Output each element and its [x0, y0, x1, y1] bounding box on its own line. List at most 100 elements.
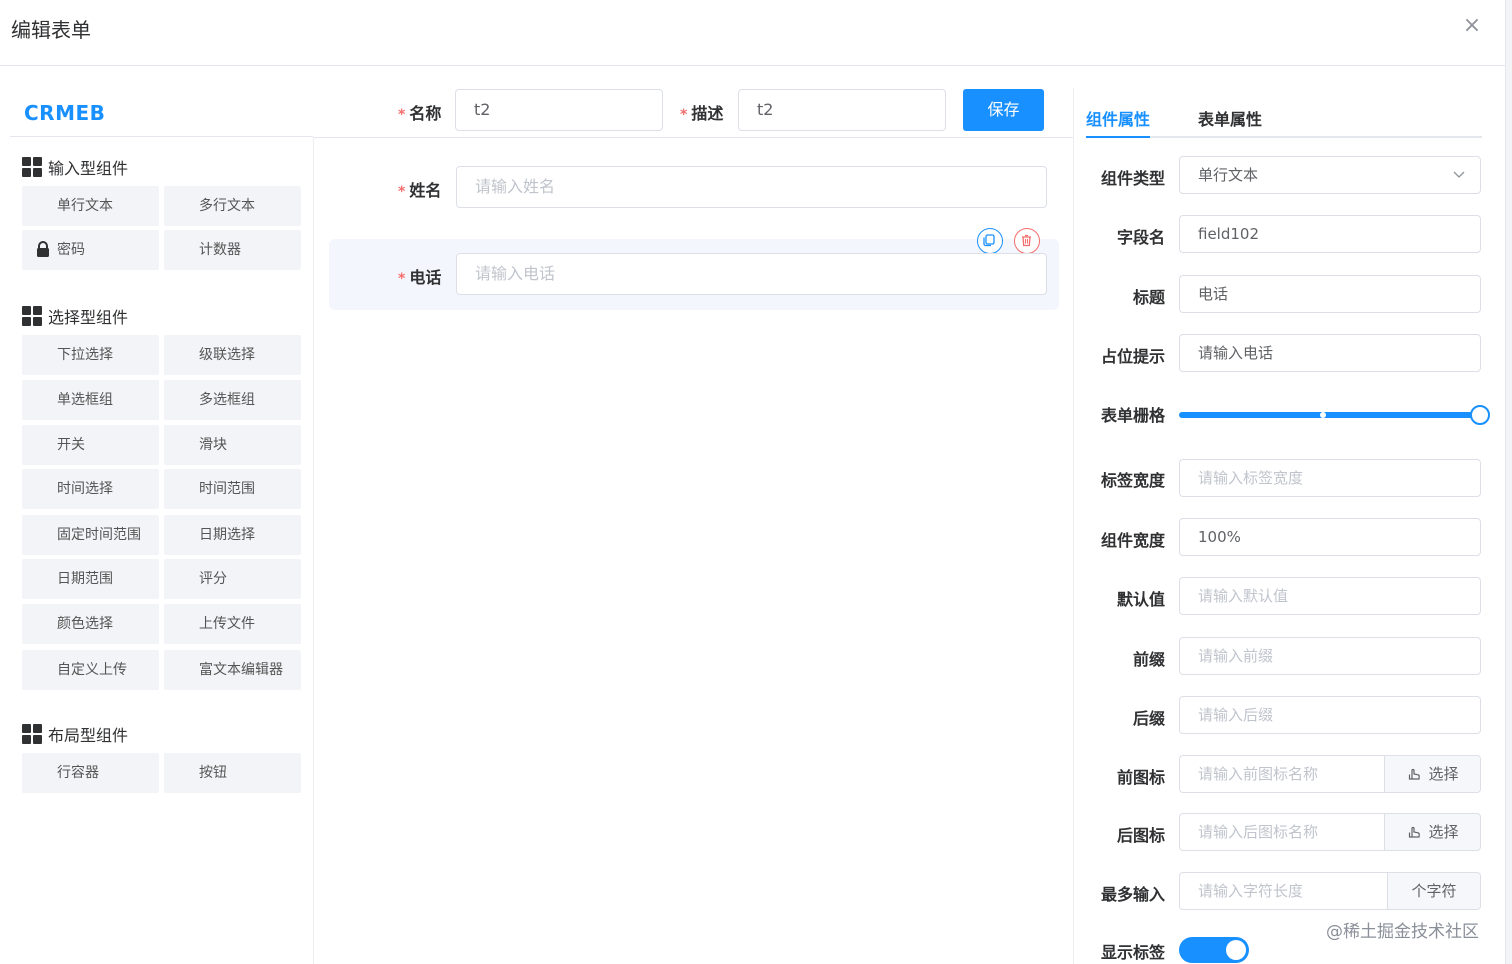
component-type-select[interactable]: 单行文本	[1179, 156, 1481, 194]
edit-form-dialog: 编辑表单 × CRMEB 输入型组件 单行文本 多行文本 密码 计数器 选择型组…	[0, 0, 1512, 964]
component-counter[interactable]: 计数器	[164, 230, 301, 270]
prop-comp-width-label: 组件宽度	[1100, 531, 1165, 550]
component-time-picker[interactable]: 时间选择	[22, 469, 159, 509]
logo: CRMEB	[24, 101, 106, 125]
prop-prefix-label: 前缀	[1132, 650, 1165, 669]
prop-suffix-label: 后缀	[1132, 709, 1165, 728]
component-row-container[interactable]: 行容器	[22, 753, 159, 793]
divider	[10, 136, 313, 137]
phone-input[interactable]: 请输入电话	[456, 253, 1047, 295]
component-single-text[interactable]: 单行文本	[22, 186, 159, 226]
component-slider[interactable]: 滑块	[164, 425, 301, 465]
component-switch[interactable]: 开关	[22, 425, 159, 465]
component-checkbox-group[interactable]: 多选框组	[164, 380, 301, 420]
component-label: 密码	[57, 242, 85, 258]
prop-suffix-icon-label: 后图标	[1116, 826, 1165, 845]
prop-maxlen-label: 最多输入	[1100, 885, 1165, 904]
form-desc-input[interactable]: t2	[738, 89, 946, 131]
component-radio-group[interactable]: 单选框组	[22, 380, 159, 420]
tab-form-props[interactable]: 表单属性	[1198, 106, 1262, 130]
component-dropdown[interactable]: 下拉选择	[22, 335, 159, 375]
form-name-label: * 名称	[398, 100, 441, 124]
component-rate[interactable]: 评分	[164, 559, 301, 599]
label-text: 姓名	[409, 181, 442, 200]
grid-slider-track[interactable]	[1179, 412, 1477, 418]
divider	[1073, 88, 1074, 964]
button-label: 选择	[1428, 765, 1459, 783]
tab-component-props[interactable]: 组件属性	[1086, 106, 1150, 130]
button-label: 选择	[1428, 823, 1459, 841]
form-desc-label: * 描述	[680, 100, 723, 124]
component-fixed-time-range[interactable]: 固定时间范围	[22, 515, 159, 555]
switch-knob	[1226, 940, 1246, 960]
tab-active-indicator	[1086, 136, 1150, 138]
prop-prefix-icon-label: 前图标	[1116, 768, 1165, 787]
suffix-input[interactable]: 请输入后缀	[1179, 696, 1481, 734]
copy-icon[interactable]	[977, 228, 1003, 254]
required-mark: *	[398, 184, 406, 200]
divider	[314, 137, 1073, 138]
default-value-input[interactable]: 请输入默认值	[1179, 577, 1481, 615]
field-name-input[interactable]: field102	[1179, 215, 1481, 253]
prefix-icon-input[interactable]: 请输入前图标名称 选择	[1179, 755, 1481, 793]
scrollbar[interactable]	[1505, 0, 1512, 964]
slider-stop	[1320, 412, 1326, 418]
label-text: 电话	[409, 268, 442, 287]
group-title-text: 输入型组件	[48, 159, 129, 178]
component-button[interactable]: 按钮	[164, 753, 301, 793]
placeholder-text: 请输入字符长度	[1198, 882, 1304, 900]
component-upload[interactable]: 上传文件	[164, 604, 301, 644]
suffix-icon-input[interactable]: 请输入后图标名称 选择	[1179, 813, 1481, 851]
grid-slider-handle[interactable]	[1470, 405, 1490, 425]
placeholder-text: 请输入后图标名称	[1198, 823, 1319, 841]
required-mark: *	[398, 107, 406, 123]
placeholder-input[interactable]: 请输入电话	[1179, 334, 1481, 372]
component-date-range[interactable]: 日期范围	[22, 559, 159, 599]
label-text: 名称	[409, 104, 442, 123]
name-input[interactable]: 请输入姓名	[456, 166, 1047, 208]
copy-icon-glyph	[983, 234, 995, 247]
prop-placeholder-label: 占位提示	[1100, 347, 1165, 366]
component-width-input[interactable]: 100%	[1179, 518, 1481, 556]
component-multi-text[interactable]: 多行文本	[164, 186, 301, 226]
prefix-input[interactable]: 请输入前缀	[1179, 637, 1481, 675]
component-password[interactable]: 密码	[22, 230, 159, 270]
placeholder-text: 请输入前图标名称	[1198, 765, 1319, 783]
component-color-picker[interactable]: 颜色选择	[22, 604, 159, 644]
delete-icon[interactable]	[1014, 228, 1040, 254]
prop-label-width-label: 标签宽度	[1100, 471, 1165, 490]
prop-field-label: 字段名	[1116, 228, 1165, 247]
group-title-select: 选择型组件	[22, 304, 128, 328]
close-icon[interactable]: ×	[1460, 14, 1484, 38]
component-rich-text[interactable]: 富文本编辑器	[164, 650, 301, 690]
form-name-input[interactable]: t2	[455, 89, 663, 131]
label-width-input[interactable]: 请输入标签宽度	[1179, 459, 1481, 497]
dialog-header: 编辑表单 ×	[0, 0, 1505, 66]
prop-default-label: 默认值	[1116, 590, 1165, 609]
hand-pointer-icon	[1409, 768, 1421, 780]
watermark: @稀土掘金技术社区	[1326, 922, 1479, 942]
required-mark: *	[680, 107, 688, 123]
prop-title-label: 标题	[1132, 288, 1165, 307]
choose-prefix-icon-button[interactable]: 选择	[1384, 756, 1480, 792]
components-icon	[22, 157, 42, 177]
group-title-layout: 布局型组件	[22, 722, 128, 746]
component-time-range[interactable]: 时间范围	[164, 469, 301, 509]
title-input[interactable]: 电话	[1179, 275, 1481, 313]
chevron-down-icon	[1453, 171, 1465, 178]
component-date-picker[interactable]: 日期选择	[164, 515, 301, 555]
choose-suffix-icon-button[interactable]: 选择	[1384, 814, 1480, 850]
component-custom-upload[interactable]: 自定义上传	[22, 650, 159, 690]
show-label-switch[interactable]	[1179, 937, 1249, 963]
required-mark: *	[398, 271, 406, 287]
field-name-label: * 姓名	[398, 177, 441, 201]
prop-show-label-label: 显示标签	[1100, 943, 1165, 962]
lock-icon	[37, 241, 49, 257]
save-button[interactable]: 保存	[963, 89, 1044, 131]
trash-icon	[1022, 234, 1031, 247]
dialog-title: 编辑表单	[11, 18, 91, 42]
field-phone-label: * 电话	[398, 264, 441, 288]
component-cascader[interactable]: 级联选择	[164, 335, 301, 375]
maxlength-input[interactable]: 请输入字符长度 个字符	[1179, 872, 1481, 910]
prop-type-label: 组件类型	[1100, 169, 1165, 188]
